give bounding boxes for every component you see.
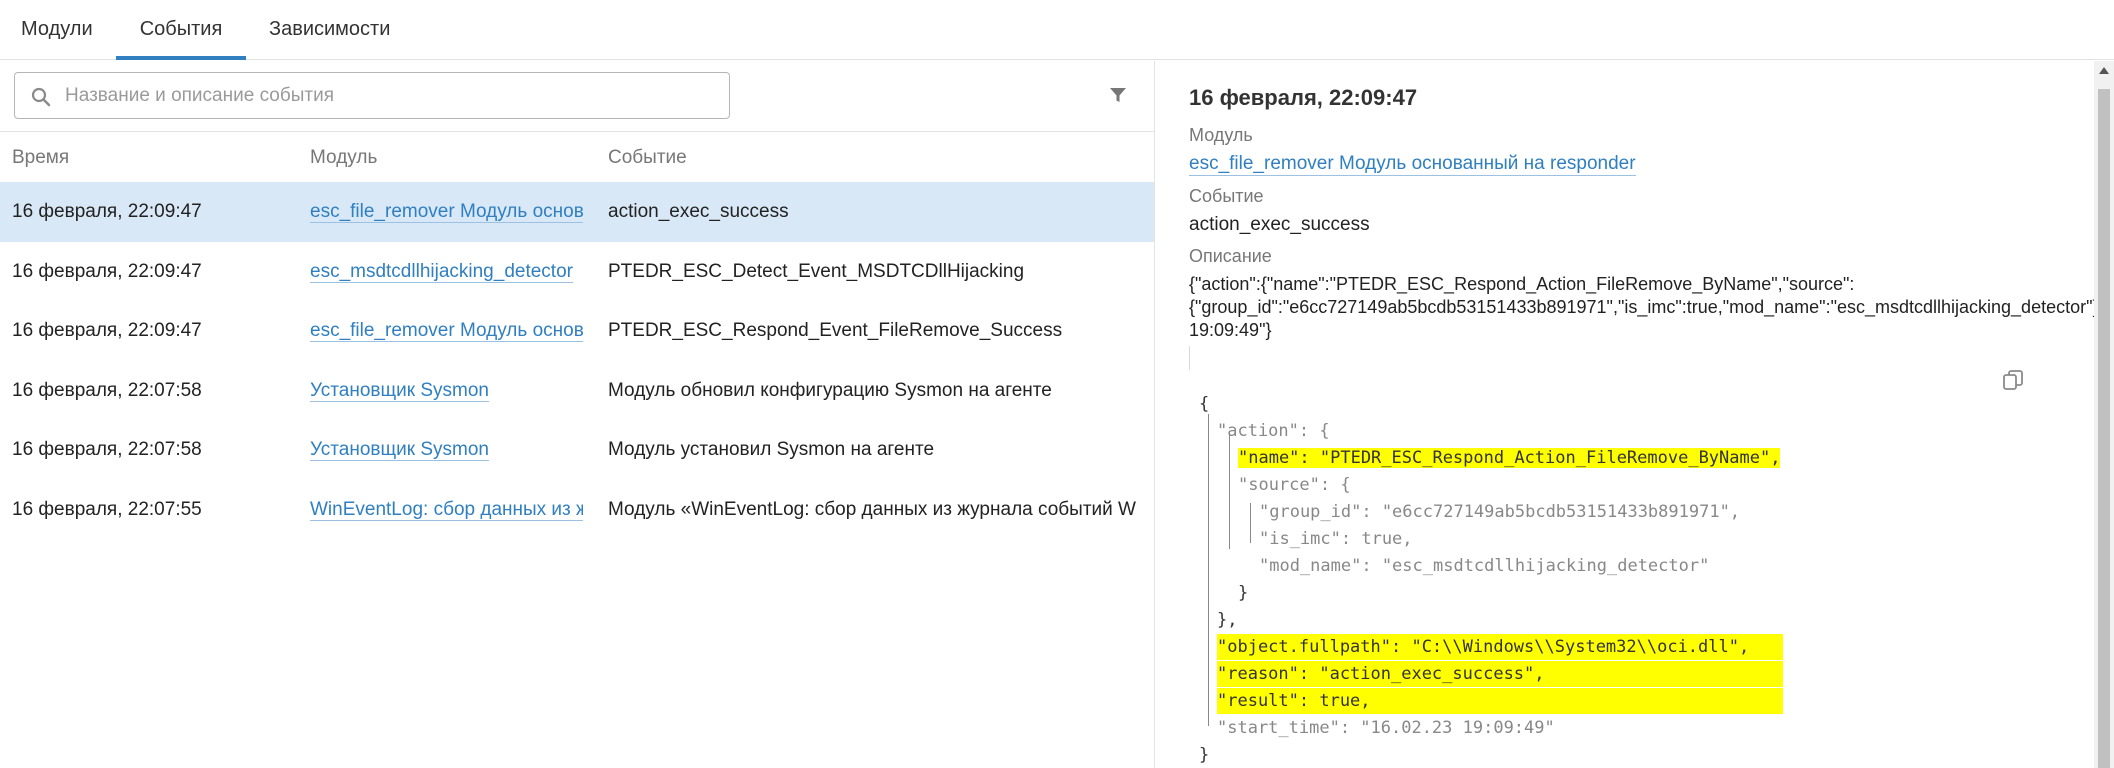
tab-bar: Модули События Зависимости xyxy=(0,0,2114,60)
row-module-label[interactable]: WinEventLog: сбор данных из журнала собы… xyxy=(310,498,583,521)
row-module-link[interactable]: esc_file_remover Модуль основанный на re… xyxy=(310,182,583,241)
column-header-time[interactable]: Время xyxy=(12,133,69,182)
module-link[interactable]: esc_file_remover Модуль основанный на re… xyxy=(1189,153,1636,176)
json-line: { xyxy=(1199,394,1210,414)
table-row[interactable]: 16 февраля, 22:09:47 esc_msdtcdllhijacki… xyxy=(0,242,1154,302)
event-label: Событие xyxy=(1189,186,1264,206)
json-line: "group_id": "e6cc727149ab5bcdb53151433b8… xyxy=(1259,502,1741,522)
module-label: Модуль xyxy=(1189,125,1253,145)
row-time: 16 февраля, 22:07:58 xyxy=(12,439,202,460)
tab-modules[interactable]: Модули xyxy=(21,0,93,60)
table-header: Время Модуль Событие xyxy=(0,133,1154,182)
detail-title: 16 февраля, 22:09:47 xyxy=(1189,85,1418,110)
divider xyxy=(1189,346,1190,370)
row-module-link[interactable]: Установщик Sysmon xyxy=(310,420,583,479)
row-module-link[interactable]: esc_file_remover Модуль основанный на re… xyxy=(310,301,583,360)
table-row[interactable]: 16 февраля, 22:07:55 WinEventLog: сбор д… xyxy=(0,480,1154,540)
search-icon xyxy=(31,87,51,107)
scroll-up-arrow-icon[interactable] xyxy=(2099,67,2109,74)
json-line: } xyxy=(1238,583,1249,603)
event-value: action_exec_success xyxy=(1189,214,1370,235)
events-toolbar xyxy=(0,61,1154,132)
row-module-label[interactable]: esc_file_remover Модуль основанный на re… xyxy=(310,320,583,342)
copy-icon[interactable] xyxy=(2001,369,2025,393)
column-header-module[interactable]: Модуль xyxy=(310,133,377,182)
json-line: "action": { xyxy=(1217,421,1330,441)
row-event: Модуль «WinEventLog: сбор данных из журн… xyxy=(608,498,1136,520)
row-module-label[interactable]: Установщик Sysmon xyxy=(310,439,489,461)
row-event: Модуль установил Sysmon на агенте xyxy=(608,439,935,460)
event-detail-panel: 16 февраля, 22:09:47 Модуль esc_file_rem… xyxy=(1154,61,2099,768)
row-module-link[interactable]: WinEventLog: сбор данных из журнала собы… xyxy=(310,480,583,539)
row-event: PTEDR_ESC_Respond_Event_FileRemove_Succe… xyxy=(608,320,1063,341)
json-line: "is_imc": true, xyxy=(1259,529,1413,549)
row-module-label[interactable]: esc_msdtcdllhijacking_detector xyxy=(310,260,573,283)
table-row[interactable]: 16 февраля, 22:09:47 esc_file_remover Мо… xyxy=(0,301,1154,361)
row-event: Модуль обновил конфигурацию Sysmon на аг… xyxy=(608,379,1052,401)
row-event: PTEDR_ESC_Detect_Event_MSDTCDllHijacking xyxy=(608,260,1025,282)
description-label: Описание xyxy=(1189,246,1272,266)
row-time: 16 февраля, 22:07:58 xyxy=(12,379,202,401)
json-line: "name": "PTEDR_ESC_Respond_Action_FileRe… xyxy=(1238,448,1781,468)
json-line: "mod_name": "esc_msdtcdllhijacking_detec… xyxy=(1259,556,1710,576)
row-time: 16 февраля, 22:09:47 xyxy=(12,320,202,341)
detail-scrollbar[interactable] xyxy=(2094,61,2114,768)
table-row[interactable]: 16 февраля, 22:07:58 Установщик Sysmon М… xyxy=(0,361,1154,421)
row-time: 16 февраля, 22:07:55 xyxy=(12,498,202,520)
json-line: "start_time": "16.02.23 19:09:49" xyxy=(1217,718,1555,738)
json-line: "result": true, xyxy=(1217,688,1783,714)
search-input[interactable] xyxy=(65,73,715,118)
row-module-label[interactable]: esc_file_remover Модуль основанный на re… xyxy=(310,201,583,223)
json-line: "reason": "action_exec_success", xyxy=(1217,661,1783,687)
tab-events[interactable]: События xyxy=(116,0,246,60)
search-box[interactable] xyxy=(14,72,730,119)
row-time: 16 февраля, 22:09:47 xyxy=(12,201,202,222)
row-time: 16 февраля, 22:09:47 xyxy=(12,260,202,282)
scroll-thumb[interactable] xyxy=(2098,89,2110,768)
row-module-link[interactable]: esc_msdtcdllhijacking_detector xyxy=(310,242,583,301)
description-line: {"action":{"name":"PTEDR_ESC_Respond_Act… xyxy=(1189,274,1855,294)
events-list-panel: Время Модуль Событие 16 февраля, 22:09:4… xyxy=(0,61,1154,768)
description-line: 19:09:49"} xyxy=(1189,320,1272,340)
json-line: } xyxy=(1199,745,1210,765)
table-row[interactable]: 16 февраля, 22:07:58 Установщик Sysmon М… xyxy=(0,420,1154,480)
row-event: action_exec_success xyxy=(608,201,789,222)
row-module-link[interactable]: Установщик Sysmon xyxy=(310,361,583,420)
json-indent-guide xyxy=(1250,503,1251,543)
description-raw: {"action":{"name":"PTEDR_ESC_Respond_Act… xyxy=(1189,273,2099,342)
json-line: }, xyxy=(1217,610,1238,630)
json-indent-guide xyxy=(1229,435,1230,549)
json-line: "source": { xyxy=(1238,475,1351,495)
row-module-label[interactable]: Установщик Sysmon xyxy=(310,379,489,402)
description-line: {"group_id":"e6cc727149ab5bcdb53151433b8… xyxy=(1189,297,2099,317)
json-indent-guide xyxy=(1208,414,1209,726)
events-table-body: 16 февраля, 22:09:47 esc_file_remover Мо… xyxy=(0,182,1154,539)
table-row[interactable]: 16 февраля, 22:09:47 esc_file_remover Мо… xyxy=(0,182,1154,242)
filter-icon[interactable] xyxy=(1108,85,1128,105)
column-header-event[interactable]: Событие xyxy=(608,133,687,182)
tab-dependencies[interactable]: Зависимости xyxy=(269,0,390,60)
json-line: "object.fullpath": "C:\\Windows\\System3… xyxy=(1217,634,1783,660)
